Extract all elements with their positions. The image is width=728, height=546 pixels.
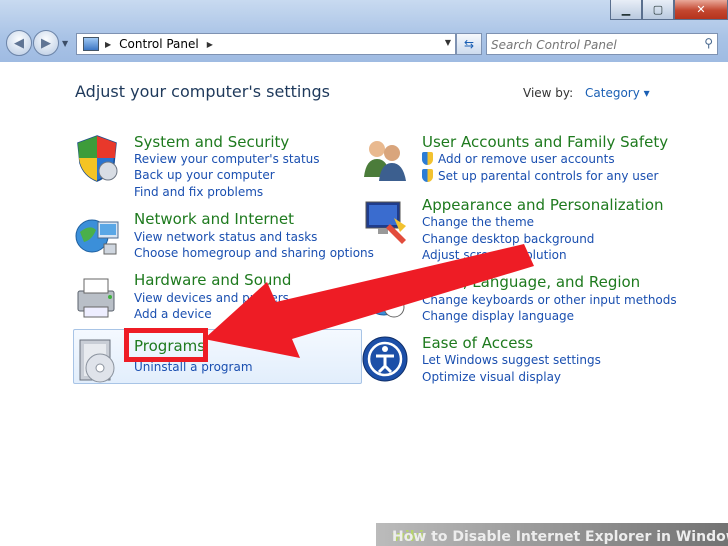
annotation-arrow-shape — [204, 244, 534, 358]
annotation-arrow — [204, 244, 534, 358]
banner-text: How to Disable Internet Explorer in Wind… — [392, 529, 728, 545]
wikihow-banner: wiki How to Disable Internet Explorer in … — [376, 523, 728, 546]
